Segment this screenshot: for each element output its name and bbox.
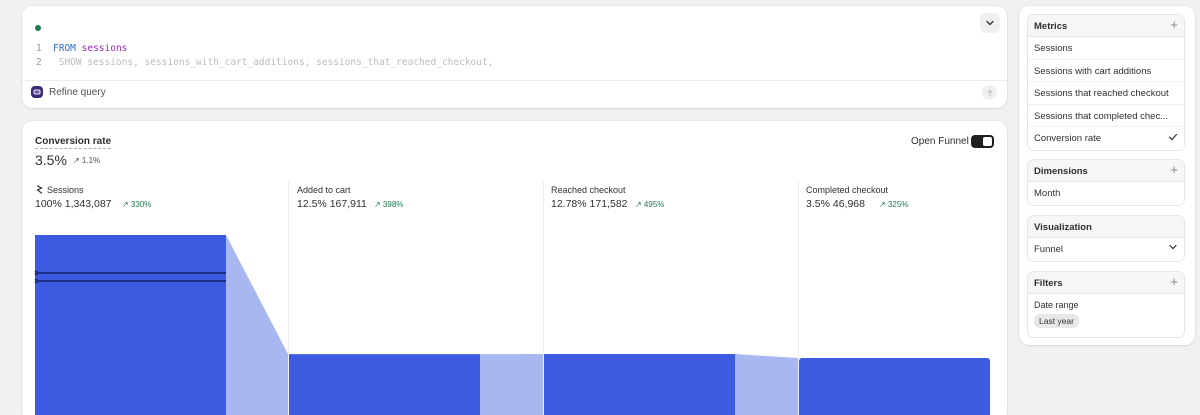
add-metric-plus-icon[interactable]: + — [1170, 18, 1178, 32]
metric-item[interactable]: Sessions that completed chec... — [1028, 105, 1184, 127]
stage-count: 1,343,087 — [64, 198, 112, 210]
visualization-section: Visualization Funnel — [1027, 215, 1185, 262]
collapse-button[interactable] — [980, 13, 1000, 33]
stage-change: ↗ 398% — [374, 200, 404, 209]
funnel-chart-card: Conversion rate 3.5% ↗ 1.1% Open Funnel … — [22, 121, 1007, 415]
stage-values: 12.5% 167,911 — [297, 198, 367, 210]
filter-label: Date range — [1034, 300, 1079, 310]
dimensions-section: Dimensions + Month — [1027, 159, 1185, 206]
metrics-section: Metrics + Sessions Sessions with cart ad… — [1027, 14, 1185, 151]
stage-change: ↗ 495% — [635, 200, 665, 209]
sql-table: sessions — [81, 43, 128, 54]
stage-percent: 3.5% — [806, 198, 830, 210]
refine-query-label: Refine query — [49, 86, 106, 98]
metric-item[interactable]: Sessions — [1028, 37, 1184, 60]
funnel-stage-reached-checkout: Reached checkout 12.78% 171,582 ↗ 495% — [551, 181, 791, 415]
stage-values: 100% 1,343,087 — [35, 198, 112, 210]
filter-date-range[interactable]: Date range Last year — [1028, 294, 1184, 337]
stage-divider — [798, 181, 799, 415]
sql-show-clause: SHOW sessions, sessions_with_cart_additi… — [58, 57, 494, 68]
query-builder-sidebar: Metrics + Sessions Sessions with cart ad… — [1019, 6, 1195, 345]
funnel-stage-sessions: Sessions 100% 1,343,087 ↗ 330% — [35, 181, 285, 415]
sidekick-icon — [31, 86, 43, 98]
stage-name: Reached checkout — [551, 185, 626, 195]
submit-query-button[interactable] — [982, 85, 997, 100]
add-filter-plus-icon[interactable]: + — [1170, 275, 1178, 289]
sessions-icon — [36, 185, 43, 194]
stage-count: 167,911 — [329, 198, 367, 210]
stage-values: 12.78% 171,582 — [551, 198, 628, 210]
check-icon — [1168, 132, 1178, 145]
visualization-select[interactable]: Funnel — [1028, 238, 1184, 261]
code-line-2[interactable]: 2 SHOW sessions, sessions_with_cart_addi… — [36, 57, 493, 68]
filter-value-pill[interactable]: Last year — [1034, 314, 1079, 328]
stage-count: 171,582 — [589, 198, 628, 210]
chevron-down-icon — [1168, 242, 1178, 255]
sql-keyword: FROM — [53, 43, 76, 54]
filters-section: Filters + Date range Last year — [1027, 271, 1185, 338]
stage-change: ↗ 330% — [122, 200, 152, 209]
line-number: 1 — [36, 43, 42, 54]
stage-change: ↗ 325% — [879, 200, 909, 209]
funnel-stage-added-to-cart: Added to cart 12.5% 167,911 ↗ 398% — [297, 181, 537, 415]
dimension-item[interactable]: Month — [1028, 182, 1184, 205]
arrow-up-icon — [986, 89, 993, 96]
stage-values: 3.5% 46,968 — [806, 198, 865, 210]
stage-percent: 12.78% — [551, 198, 587, 210]
stage-divider — [288, 181, 289, 415]
refine-query-button[interactable]: Refine query — [31, 86, 106, 98]
stage-name: Sessions — [35, 185, 84, 195]
filters-header: Filters + — [1028, 272, 1184, 294]
divider — [22, 80, 1007, 81]
stage-divider — [543, 181, 544, 415]
stage-count: 46,968 — [832, 198, 865, 210]
add-dimension-plus-icon[interactable]: + — [1170, 163, 1178, 177]
dimensions-header: Dimensions + — [1028, 160, 1184, 182]
metric-item[interactable]: Sessions that reached checkout — [1028, 82, 1184, 105]
metric-item-selected[interactable]: Conversion rate — [1028, 127, 1184, 150]
metric-item[interactable]: Sessions with cart additions — [1028, 60, 1184, 82]
chevron-down-icon — [986, 20, 994, 26]
visualization-header: Visualization — [1028, 216, 1184, 238]
query-editor-card: 1 FROM sessions 2 SHOW sessions, sessions… — [22, 6, 1007, 108]
stage-name: Added to cart — [297, 185, 351, 195]
stage-name: Completed checkout — [806, 185, 889, 195]
stage-percent: 12.5% — [297, 198, 327, 210]
metrics-header: Metrics + — [1028, 15, 1184, 37]
status-dot — [35, 25, 41, 31]
line-number: 2 — [36, 57, 42, 68]
stage-percent: 100% — [35, 198, 62, 210]
funnel-stage-completed-checkout: Completed checkout 3.5% 46,968 ↗ 325% — [806, 181, 996, 415]
code-line-1[interactable]: 1 FROM sessions — [36, 43, 127, 54]
